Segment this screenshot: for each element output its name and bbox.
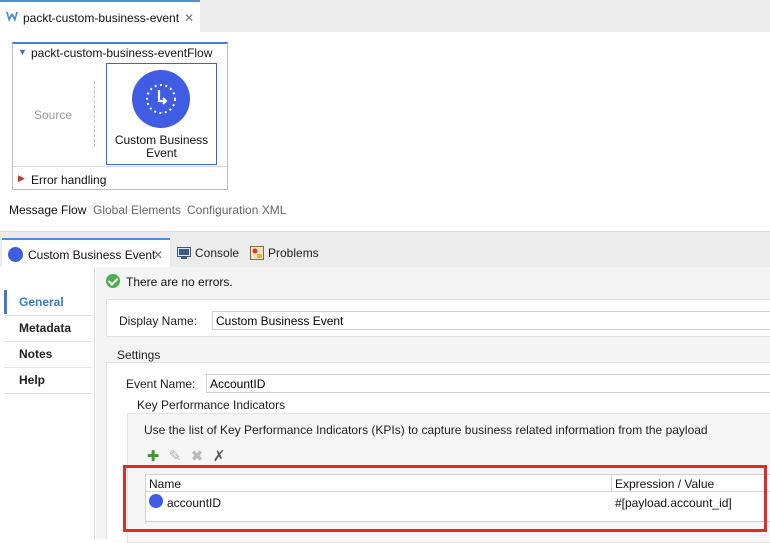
flow-container: ▼ packt-custom-business-eventFlow Source… — [12, 42, 228, 190]
editor-tab-bar: packt-custom-business-event ✕ — [0, 0, 770, 33]
problems-icon — [250, 246, 264, 260]
nav-help[interactable]: Help — [4, 368, 92, 392]
tab-label: Problems — [268, 246, 319, 260]
remove-all-icon[interactable]: ✗ — [211, 449, 227, 465]
display-name-section: Display Name: — [106, 299, 770, 337]
edit-icon[interactable]: ✎ — [167, 449, 183, 465]
check-circle-icon — [106, 274, 120, 288]
custom-business-event-icon — [132, 70, 190, 128]
nav-divider — [4, 393, 92, 394]
flow-header[interactable]: ▼ packt-custom-business-eventFlow — [13, 44, 227, 62]
event-name-input[interactable] — [206, 374, 770, 393]
mule-icon — [6, 12, 18, 22]
custom-business-event-icon — [8, 247, 23, 262]
display-name-input[interactable] — [212, 311, 770, 330]
tab-global-elements[interactable]: Global Elements — [93, 203, 181, 217]
close-icon[interactable]: ✕ — [153, 248, 163, 262]
nav-metadata[interactable]: Metadata — [4, 316, 92, 340]
expand-triangle-icon[interactable]: ▶ — [18, 173, 25, 184]
highlight-box — [123, 465, 767, 532]
kpi-description: Use the list of Key Performance Indicato… — [144, 423, 708, 437]
nav-notes[interactable]: Notes — [4, 342, 92, 366]
close-icon[interactable]: ✕ — [184, 11, 194, 25]
nav-general[interactable]: General — [4, 290, 92, 314]
settings-heading: Settings — [117, 348, 161, 362]
panel-tab-bar: Custom Business Event ✕ Console Problems — [0, 231, 770, 268]
console-icon — [177, 247, 191, 259]
add-icon[interactable]: ✚ — [145, 449, 161, 465]
tab-configuration-xml[interactable]: Configuration XML — [187, 203, 286, 217]
tab-message-flow[interactable]: Message Flow — [9, 203, 86, 217]
display-name-label: Display Name: — [119, 314, 198, 328]
error-handling-label: Error handling — [31, 173, 107, 187]
tab-problems[interactable]: Problems — [250, 246, 319, 260]
tab-label: Custom Business Event — [28, 248, 156, 262]
editor-tab[interactable]: packt-custom-business-event ✕ — [0, 0, 200, 33]
status-message: There are no errors. — [126, 275, 233, 289]
flow-title: packt-custom-business-eventFlow — [31, 46, 213, 60]
custom-business-event-processor[interactable]: Custom Business Event — [106, 63, 217, 165]
kpi-heading: Key Performance Indicators — [137, 398, 286, 412]
source-placeholder[interactable]: Source — [34, 108, 72, 122]
editor-tab-label: packt-custom-business-event — [23, 11, 180, 25]
event-name-label: Event Name: — [126, 377, 196, 391]
processor-label: Custom Business Event — [114, 133, 209, 160]
tab-label: Console — [195, 246, 240, 260]
collapse-triangle-icon[interactable]: ▼ — [18, 47, 27, 57]
properties-nav: General Metadata Notes Help — [0, 267, 95, 539]
tab-custom-business-event[interactable]: Custom Business Event ✕ — [2, 238, 170, 268]
source-divider — [94, 81, 95, 147]
delete-icon[interactable]: ✖ — [189, 449, 205, 465]
error-handling-section[interactable]: ▶ Error handling — [13, 166, 227, 190]
tab-console[interactable]: Console — [177, 246, 239, 260]
